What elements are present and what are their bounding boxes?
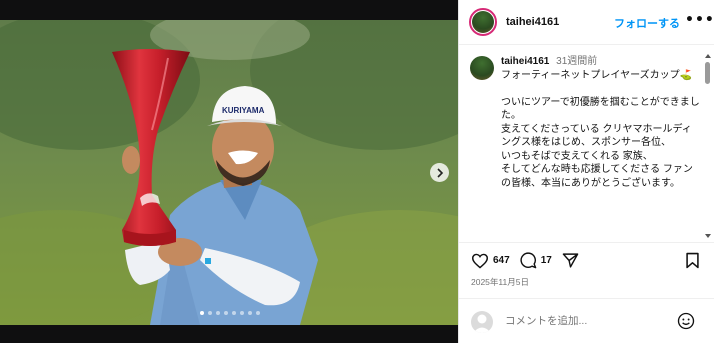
post-media: KURIYAMA (0, 0, 458, 343)
comment-button[interactable] (520, 252, 537, 269)
share-button[interactable] (562, 252, 579, 269)
caption-scrollbar[interactable] (705, 54, 711, 240)
carousel-dot (216, 311, 220, 315)
carousel-dot (208, 311, 212, 315)
post-side-panel: taihei4161 フォローする ••• taihei4161 31週間前 フ… (458, 0, 714, 343)
carousel-dot (240, 311, 244, 315)
action-bar: 647 17 (471, 252, 579, 269)
more-icon[interactable]: ••• (685, 13, 714, 27)
instagram-post-window: KURIYAMA taihei4161 フォローする ••• taihei416… (0, 0, 714, 343)
cap-logo: KURIYAMA (222, 106, 265, 115)
heart-icon (471, 253, 489, 269)
carousel-dot (248, 311, 252, 315)
caption-body: taihei4161 31週間前 フォーティーネットプレイヤーズカップ⛳ ついに… (501, 55, 701, 190)
carousel-dot (200, 311, 204, 315)
bookmark-icon (686, 252, 699, 269)
chevron-right-icon (436, 167, 443, 178)
save-button[interactable] (685, 252, 700, 273)
caption-time: 31週間前 (556, 56, 598, 67)
post-date: 2025年11月5日 (471, 277, 529, 287)
comment-bar (459, 298, 714, 343)
comment-count: 17 (540, 255, 552, 266)
carousel-dot (224, 311, 228, 315)
user-icon (471, 311, 493, 333)
like-button[interactable] (471, 253, 489, 269)
comment-input[interactable] (505, 315, 655, 327)
comment-icon (520, 252, 536, 269)
carousel-indicator (200, 311, 260, 315)
follow-button[interactable]: フォローする (614, 15, 680, 31)
emoji-button[interactable] (677, 312, 695, 334)
next-slide-button[interactable] (430, 163, 449, 182)
actions-divider (459, 242, 714, 243)
share-icon (562, 253, 579, 268)
post-header: taihei4161 フォローする ••• (459, 0, 714, 45)
emoji-icon (677, 312, 695, 330)
caption-text: フォーティーネットプレイヤーズカップ⛳ ついにツアーで初優勝を掴むことができまし… (501, 69, 700, 189)
caption-username[interactable]: taihei4161 (501, 56, 549, 67)
caption-area: taihei4161 31週間前 フォーティーネットプレイヤーズカップ⛳ ついに… (459, 46, 714, 242)
post-photo[interactable]: KURIYAMA (0, 20, 458, 325)
header-username[interactable]: taihei4161 (506, 16, 559, 28)
header-avatar[interactable] (469, 8, 497, 36)
carousel-dot (256, 311, 260, 315)
caption-avatar[interactable] (470, 56, 494, 80)
like-count: 647 (493, 255, 510, 266)
carousel-dot (232, 311, 236, 315)
